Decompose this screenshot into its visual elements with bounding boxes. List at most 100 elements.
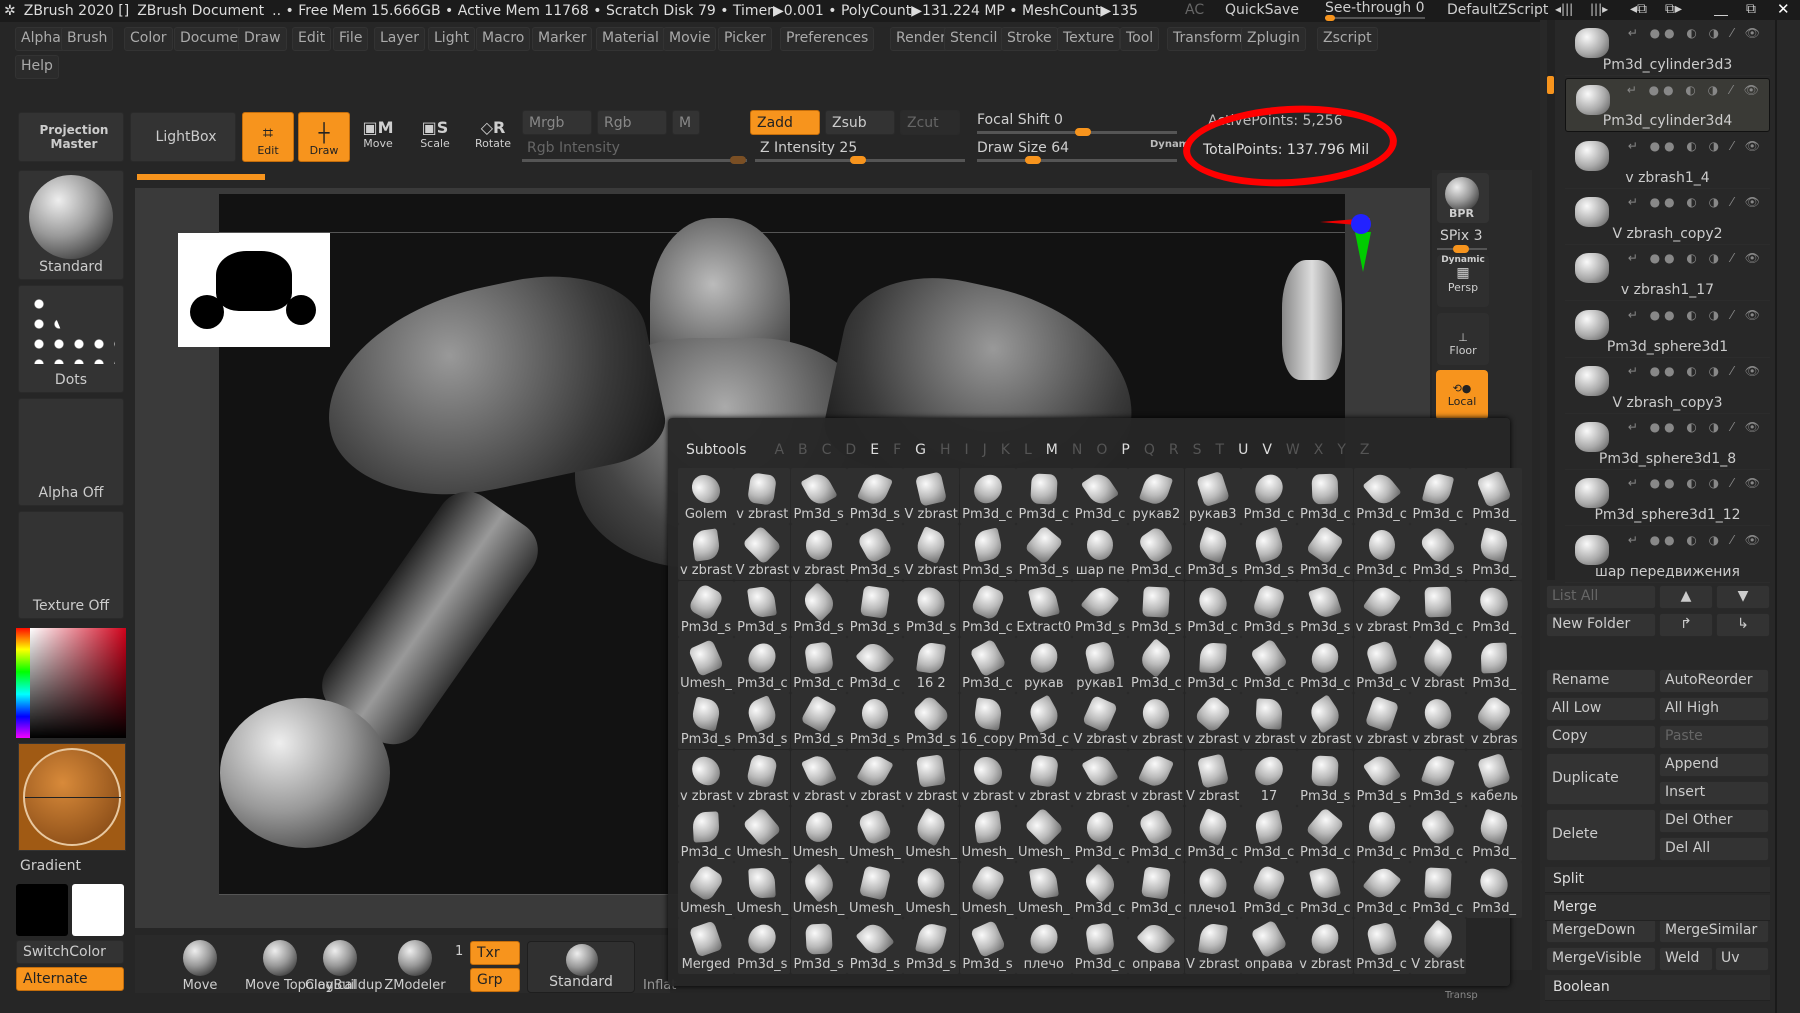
- subtool-thumb[interactable]: v zbrast: [734, 749, 791, 806]
- subtool-thumb[interactable]: v zbras: [1466, 693, 1523, 750]
- subtool-thumb[interactable]: кабель: [1466, 749, 1523, 806]
- subtool-thumb[interactable]: 17: [1241, 749, 1297, 806]
- subtool-thumb[interactable]: Pm3d_: [1466, 862, 1523, 919]
- subtool-thumb[interactable]: v zbrast: [1184, 693, 1241, 750]
- material-gradient-preview[interactable]: [18, 743, 126, 851]
- projection-master-button[interactable]: Projection Master: [18, 112, 124, 162]
- subtool-thumb[interactable]: Pm3d_c: [1409, 805, 1466, 862]
- duplicate-button[interactable]: Duplicate: [1546, 753, 1656, 805]
- subtool-thumb[interactable]: Pm3d_c: [734, 636, 791, 693]
- subtool-list-item[interactable]: ↵ ●● ◐ ◑ ⁄ 👁 v zbrash1_17: [1565, 247, 1770, 302]
- shelf-brush-2[interactable]: ClayBuildup: [305, 938, 382, 993]
- subtool-thumb[interactable]: v zbrast: [1015, 749, 1072, 806]
- draw-button[interactable]: ┼ Draw: [298, 112, 350, 162]
- subtool-thumb[interactable]: Umesh_: [678, 636, 734, 693]
- menu-macro[interactable]: Macro: [476, 27, 531, 51]
- move-into-folder-icon[interactable]: ↱: [1659, 613, 1713, 637]
- menu-marker[interactable]: Marker: [532, 27, 593, 51]
- subtool-thumb[interactable]: Umesh_: [678, 862, 734, 919]
- subtool-toggle-icons[interactable]: ↵ ●● ◐ ◑ ⁄ 👁: [1628, 533, 1764, 547]
- list-all-button[interactable]: List All: [1546, 585, 1656, 609]
- subtool-toggle-icons[interactable]: ↵ ●● ◐ ◑ ⁄ 👁: [1628, 308, 1764, 322]
- del-all-button[interactable]: Del All: [1659, 837, 1769, 861]
- subtool-thumb[interactable]: Umesh_: [734, 805, 791, 862]
- alternate-button[interactable]: Alternate: [16, 967, 124, 991]
- delete-button[interactable]: Delete: [1546, 809, 1656, 861]
- del-other-button[interactable]: Del Other: [1659, 809, 1769, 833]
- subtool-thumb[interactable]: Pm3d_c: [959, 580, 1016, 637]
- subtool-thumb[interactable]: v zbrast: [1353, 693, 1410, 750]
- mrgb-button[interactable]: Mrgb: [522, 110, 592, 135]
- menu-help[interactable]: Help: [15, 55, 59, 79]
- floor-button[interactable]: ⊥ Floor: [1437, 313, 1489, 365]
- subtool-thumb[interactable]: Pm3d_c: [1184, 636, 1241, 693]
- subtool-thumb[interactable]: V zbrast: [903, 524, 960, 581]
- quicksave-button[interactable]: QuickSave: [1225, 2, 1299, 18]
- subtool-thumb[interactable]: Pm3d_s: [903, 693, 960, 750]
- subtool-thumb[interactable]: Pm3d_s: [1409, 749, 1466, 806]
- autoreorder-button[interactable]: AutoReorder: [1659, 669, 1769, 693]
- persp-button[interactable]: Dynamic ▦ Persp: [1437, 255, 1489, 307]
- subtool-thumb[interactable]: Pm3d_s: [846, 524, 903, 581]
- subtool-thumb[interactable]: Pm3d_c: [1072, 862, 1129, 919]
- filter-letter-t[interactable]: T: [1216, 442, 1225, 458]
- subtool-thumb[interactable]: Pm3d_s: [678, 580, 734, 637]
- filter-letter-b[interactable]: B: [798, 442, 808, 458]
- subtool-thumb[interactable]: Pm3d_c: [1297, 862, 1354, 919]
- subtool-thumb[interactable]: Pm3d_c: [1297, 636, 1354, 693]
- subtool-thumb[interactable]: Pm3d_c: [1072, 918, 1129, 975]
- subtool-toggle-icons[interactable]: ↵ ●● ◐ ◑ ⁄ 👁: [1628, 364, 1764, 378]
- menu-file[interactable]: File: [333, 27, 369, 51]
- menu-stencil[interactable]: Stencil: [944, 27, 1004, 51]
- subtool-thumb[interactable]: Pm3d_s: [846, 918, 903, 975]
- subtool-thumb[interactable]: Pm3d_s: [734, 693, 791, 750]
- default-zscript-button[interactable]: DefaultZScript: [1447, 2, 1548, 18]
- zadd-button[interactable]: Zadd: [750, 110, 820, 135]
- subtool-thumb[interactable]: V zbrast: [1072, 693, 1129, 750]
- subtool-thumb[interactable]: рукав2: [1128, 468, 1185, 524]
- subtool-thumb[interactable]: Pm3d_s: [959, 524, 1016, 581]
- subtool-thumb[interactable]: Pm3d_c: [1128, 524, 1185, 581]
- rename-button[interactable]: Rename: [1546, 669, 1656, 693]
- subtool-thumb[interactable]: Pm3d_c: [1353, 636, 1410, 693]
- menu-color[interactable]: Color: [124, 27, 173, 51]
- menu-transform[interactable]: Transform: [1167, 27, 1249, 51]
- subtool-list-item[interactable]: ↵ ●● ◐ ◑ ⁄ 👁 Pm3d_sphere3d1: [1565, 304, 1770, 358]
- subtool-thumb[interactable]: рукав: [1015, 636, 1072, 693]
- filter-letter-o[interactable]: O: [1096, 442, 1107, 458]
- see-through-slider[interactable]: See-through 0: [1325, 0, 1430, 21]
- subtool-thumb[interactable]: Pm3d_s: [1297, 580, 1354, 637]
- move-down-icon[interactable]: ▼: [1716, 585, 1770, 609]
- subtool-thumb[interactable]: Pm3d_c: [1184, 805, 1241, 862]
- subtool-list-item[interactable]: ↵ ●● ◐ ◑ ⁄ 👁 Pm3d_cylinder3d3: [1565, 22, 1770, 76]
- current-brush-button[interactable]: Standard: [527, 941, 635, 993]
- subtool-thumb[interactable]: Pm3d_s: [903, 918, 960, 975]
- filter-letter-r[interactable]: R: [1169, 442, 1179, 458]
- subtool-thumb[interactable]: v zbrast: [1128, 693, 1185, 750]
- menu-stroke[interactable]: Stroke: [1001, 27, 1058, 51]
- subtool-thumb[interactable]: v zbrast: [1297, 693, 1354, 750]
- shelf-brush-3[interactable]: ZModeler: [380, 938, 450, 993]
- filter-letter-z[interactable]: Z: [1360, 442, 1370, 458]
- menu-preferences[interactable]: Preferences: [780, 27, 875, 51]
- subtool-thumb[interactable]: Pm3d_c: [1297, 524, 1354, 581]
- transp-button[interactable]: Transp: [1445, 990, 1478, 1001]
- subtool-thumb[interactable]: v zbrast: [790, 749, 847, 806]
- subtool-list-item[interactable]: ↵ ●● ◐ ◑ ⁄ 👁 V zbrash_copy3: [1565, 360, 1770, 414]
- subtool-thumb[interactable]: Pm3d_s: [903, 580, 960, 637]
- subtool-thumb[interactable]: V zbrast: [1409, 918, 1466, 975]
- subtool-thumb[interactable]: Pm3d_c: [1353, 468, 1410, 524]
- edit-button[interactable]: ⌗ Edit: [242, 112, 294, 162]
- subtool-thumb[interactable]: Pm3d_c: [1353, 918, 1410, 975]
- layout-right-icon[interactable]: ⧉▸: [1665, 1, 1682, 17]
- menu-movie[interactable]: Movie: [663, 27, 717, 51]
- subtool-toggle-icons[interactable]: ↵ ●● ◐ ◑ ⁄ 👁: [1627, 83, 1763, 97]
- move-button[interactable]: ▣M Move: [355, 118, 401, 150]
- subtool-scrollbar[interactable]: [1547, 20, 1555, 580]
- rotate-button[interactable]: ◇R Rotate: [470, 118, 516, 150]
- subtool-thumb[interactable]: Pm3d_s: [1072, 580, 1129, 637]
- subtool-thumb[interactable]: Pm3d_: [1466, 524, 1523, 581]
- filter-letter-v[interactable]: V: [1262, 442, 1272, 458]
- insert-button[interactable]: Insert: [1659, 781, 1769, 805]
- menu-brush[interactable]: Brush: [61, 27, 114, 51]
